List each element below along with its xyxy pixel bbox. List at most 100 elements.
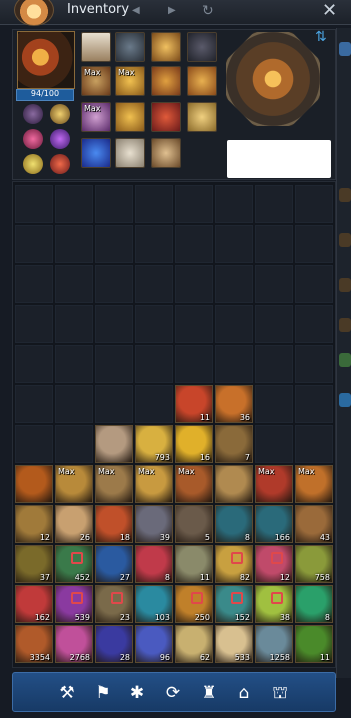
inventory-slot-empty[interactable]	[15, 425, 53, 463]
equip-slot-pet[interactable]	[151, 138, 181, 168]
inventory-item[interactable]: 62	[175, 625, 213, 663]
inventory-item[interactable]: 758	[295, 545, 333, 583]
side-tab-icon[interactable]	[339, 353, 351, 367]
inventory-slot-empty[interactable]	[295, 345, 333, 383]
gem-socket-icon[interactable]	[50, 104, 70, 124]
inventory-item[interactable]: 8	[295, 585, 333, 623]
equip-slot-face[interactable]	[187, 32, 217, 62]
inventory-item[interactable]: 82	[215, 545, 253, 583]
inventory-slot-empty[interactable]	[95, 305, 133, 343]
inventory-slot-empty[interactable]	[255, 225, 293, 263]
inventory-item[interactable]: 533	[215, 625, 253, 663]
inventory-slot-empty[interactable]	[15, 265, 53, 303]
inventory-item[interactable]: 37	[15, 545, 53, 583]
equip-slot-weapon[interactable]: Max	[81, 66, 111, 96]
next-arrow-icon[interactable]: ▶	[168, 5, 176, 16]
inventory-slot-empty[interactable]	[175, 185, 213, 223]
warehouse-icon[interactable]: ⛫	[266, 679, 294, 707]
inventory-slot-empty[interactable]	[295, 425, 333, 463]
inventory-slot-empty[interactable]	[95, 385, 133, 423]
inventory-slot-empty[interactable]	[255, 345, 293, 383]
guild-icon[interactable]: ♜	[195, 679, 223, 707]
equip-slot-outfit[interactable]	[81, 32, 111, 62]
inventory-item[interactable]: 539	[55, 585, 93, 623]
inventory-slot-empty[interactable]	[135, 305, 173, 343]
map-icon[interactable]: ⚑	[89, 679, 117, 707]
title-bar[interactable]: Inventory ◀ ▶ ↻ ✕	[0, 0, 351, 26]
inventory-slot-empty[interactable]	[55, 305, 93, 343]
inventory-item[interactable]: 12	[15, 505, 53, 543]
inventory-slot-empty[interactable]	[215, 185, 253, 223]
equip-slot-soul[interactable]	[151, 102, 181, 132]
soul-shield-octagon[interactable]	[226, 32, 320, 126]
equip-slot-bracelet[interactable]	[115, 102, 145, 132]
craft-icon[interactable]: ⚒	[53, 679, 81, 707]
cycle-icon[interactable]: ⟳	[159, 679, 187, 707]
inventory-item[interactable]: 36	[215, 385, 253, 423]
inventory-slot-empty[interactable]	[175, 265, 213, 303]
inventory-slot-empty[interactable]	[295, 385, 333, 423]
character-portrait[interactable]	[17, 31, 75, 89]
inventory-item[interactable]: 11	[175, 545, 213, 583]
inventory-item[interactable]: 23	[95, 585, 133, 623]
inventory-item[interactable]: 43	[295, 505, 333, 543]
equip-slot-ring[interactable]	[187, 66, 217, 96]
inventory-slot-empty[interactable]	[55, 425, 93, 463]
inventory-item[interactable]: 7	[215, 425, 253, 463]
inventory-item[interactable]: 96	[135, 625, 173, 663]
inventory-slot-empty[interactable]	[135, 265, 173, 303]
gem-socket-icon[interactable]	[50, 154, 70, 174]
inventory-item[interactable]: 2768	[55, 625, 93, 663]
gem-socket-icon[interactable]	[50, 129, 70, 149]
inventory-slot-empty[interactable]	[255, 385, 293, 423]
inventory-item[interactable]: 166	[255, 505, 293, 543]
side-tab-icon[interactable]	[339, 393, 351, 407]
equip-slot-hat[interactable]	[151, 32, 181, 62]
inventory-item[interactable]: Max	[255, 465, 293, 503]
equip-slot-belt[interactable]	[151, 66, 181, 96]
inventory-item[interactable]: 18	[95, 505, 133, 543]
side-tab-icon[interactable]	[339, 42, 351, 56]
inventory-slot-empty[interactable]	[215, 225, 253, 263]
shop-icon[interactable]: ⌂	[230, 679, 258, 707]
inventory-slot-empty[interactable]	[55, 385, 93, 423]
inventory-slot-empty[interactable]	[135, 345, 173, 383]
inventory-item[interactable]: 11	[175, 385, 213, 423]
inventory-slot-empty[interactable]	[55, 265, 93, 303]
inventory-slot-empty[interactable]	[215, 345, 253, 383]
inventory-item[interactable]: 793	[135, 425, 173, 463]
inventory-slot-empty[interactable]	[95, 345, 133, 383]
inventory-slot-empty[interactable]	[255, 425, 293, 463]
inventory-item[interactable]	[215, 465, 253, 503]
inventory-slot-empty[interactable]	[15, 305, 53, 343]
inventory-slot-empty[interactable]	[215, 305, 253, 343]
inventory-item[interactable]: 8	[135, 545, 173, 583]
inventory-item[interactable]: 152	[215, 585, 253, 623]
inventory-slot-empty[interactable]	[255, 265, 293, 303]
inventory-item[interactable]: 250	[175, 585, 213, 623]
gem-socket-icon[interactable]	[23, 104, 43, 124]
inventory-slot-empty[interactable]	[255, 185, 293, 223]
inventory-item[interactable]: 3354	[15, 625, 53, 663]
equip-slot-necklace[interactable]: Max	[115, 66, 145, 96]
inventory-slot-empty[interactable]	[135, 385, 173, 423]
inventory-item[interactable]	[15, 465, 53, 503]
equip-slot-compass[interactable]	[115, 138, 145, 168]
side-tab-icon[interactable]	[339, 278, 351, 292]
gem-socket-icon[interactable]	[23, 154, 43, 174]
inventory-slot-empty[interactable]	[295, 225, 333, 263]
inventory-item[interactable]: 28	[95, 625, 133, 663]
inventory-item[interactable]: 26	[55, 505, 93, 543]
inventory-slot-empty[interactable]	[15, 185, 53, 223]
refresh-icon[interactable]: ↻	[202, 3, 214, 19]
close-icon[interactable]: ✕	[322, 0, 337, 21]
inventory-slot-empty[interactable]	[135, 225, 173, 263]
swap-icon[interactable]: ⇅	[315, 29, 327, 45]
inventory-slot-empty[interactable]	[175, 345, 213, 383]
inventory-slot-empty[interactable]	[95, 185, 133, 223]
sparkle-icon[interactable]: ✱	[123, 679, 151, 707]
inventory-slot-empty[interactable]	[55, 185, 93, 223]
inventory-item[interactable]: Max	[95, 465, 133, 503]
inventory-item[interactable]: 8	[215, 505, 253, 543]
inventory-item[interactable]: 11	[295, 625, 333, 663]
